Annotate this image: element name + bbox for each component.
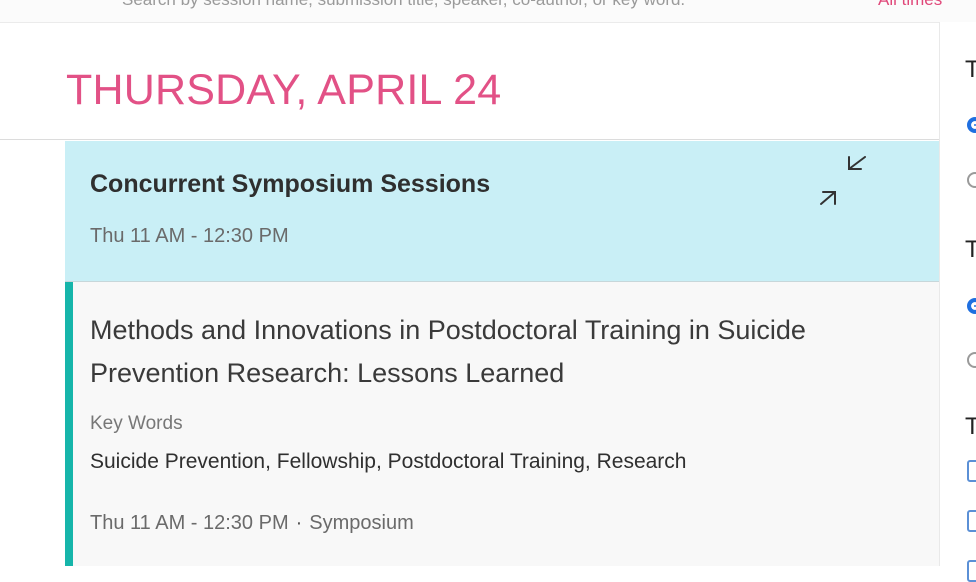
submission-type: Symposium (309, 512, 414, 534)
submission-card[interactable]: Methods and Innovations in Postdoctoral … (65, 282, 940, 566)
filter-checkbox-3[interactable] (967, 560, 976, 582)
session-title: Concurrent Symposium Sessions (90, 170, 491, 198)
filter-checkbox-1[interactable] (967, 460, 976, 482)
keywords-label: Key Words (90, 413, 183, 434)
search-hint-text[interactable]: Search by session name, submission title… (122, 0, 685, 10)
session-header[interactable]: Concurrent Symposium Sessions Thu 11 AM … (65, 141, 940, 282)
filter-radio-2[interactable] (967, 172, 976, 188)
filter-radio-4[interactable] (967, 352, 976, 368)
submission-meta: Thu 11 AM - 12:30 PM · Symposium (90, 512, 414, 535)
filter-heading-1: T (965, 56, 976, 83)
collapse-arrows-icon (820, 156, 866, 205)
keywords-values: Suicide Prevention, Fellowship, Postdoct… (90, 450, 687, 473)
all-times-link[interactable]: All times (878, 0, 942, 10)
meta-separator: · (295, 512, 303, 534)
filter-checkbox-2[interactable] (967, 510, 976, 532)
filter-heading-2: T (965, 236, 976, 263)
day-title: THURSDAY, APRIL 24 (66, 66, 502, 114)
filter-sidebar: T T T (939, 22, 976, 582)
submission-title[interactable]: Methods and Innovations in Postdoctoral … (90, 309, 850, 395)
filter-radio-3-selected[interactable] (967, 298, 976, 314)
top-search-bar: Search by session name, submission title… (0, 0, 976, 23)
card-accent-bar (65, 282, 73, 566)
collapse-button[interactable] (813, 156, 869, 212)
filter-radio-1-selected[interactable] (967, 117, 976, 133)
title-divider (0, 139, 940, 140)
filter-heading-3: T (965, 413, 976, 440)
session-time: Thu 11 AM - 12:30 PM (90, 225, 289, 247)
submission-time: Thu 11 AM - 12:30 PM (90, 512, 289, 534)
